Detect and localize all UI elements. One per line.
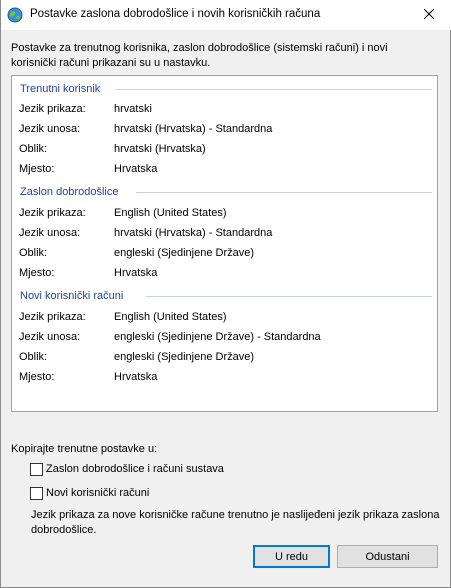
row-value: English (United States) (114, 207, 227, 219)
checkbox-label[interactable]: Zaslon dobrodošlice i računi sustava (46, 463, 224, 475)
section-divider (146, 296, 432, 297)
copy-settings-label: Kopirajte trenutne postavke u: (11, 443, 158, 455)
row-label: Jezik unosa: (19, 123, 81, 135)
row-value: hrvatski (Hrvatska) - Standardna (114, 227, 273, 239)
cancel-button[interactable]: Odustani (337, 545, 438, 568)
row-value: hrvatski (114, 103, 152, 115)
row-label: Jezik prikaza: (19, 103, 86, 115)
row-label: Jezik unosa: (19, 227, 81, 239)
row-value: engleski (Sjedinjene Države) (114, 247, 255, 259)
close-icon (423, 8, 435, 22)
globe-icon (7, 7, 23, 23)
section-heading-welcome-screen: Zaslon dobrodošlice (20, 185, 432, 199)
checkbox-box[interactable] (30, 487, 43, 500)
section-heading-label: Novi korisnički računi (20, 290, 124, 302)
row-value: engleski (Sjedinjene Države) (114, 351, 255, 363)
settings-panel: Trenutni korisnik Jezik prikaza: hrvatsk… (11, 75, 438, 412)
row-label: Mjesto: (19, 371, 55, 383)
inheritance-note: Jezik prikaza za nove korisničke račune … (31, 509, 440, 536)
section-heading-new-accounts: Novi korisnički računi (20, 289, 432, 303)
row-value: Hrvatska (114, 267, 158, 279)
section-heading-label: Trenutni korisnik (20, 83, 101, 95)
row-value: engleski (Sjedinjene Države) - Standardn… (114, 331, 321, 343)
row-label: Mjesto: (19, 267, 55, 279)
checkbox-label[interactable]: Novi korisnički računi (46, 487, 149, 499)
checkbox-box[interactable] (30, 463, 43, 476)
section-divider (136, 192, 432, 193)
section-heading-label: Zaslon dobrodošlice (20, 186, 119, 198)
row-value: hrvatski (Hrvatska) (114, 143, 206, 155)
dialog-window: Postavke zaslona dobrodošlice i novih ko… (0, 0, 451, 588)
row-label: Oblik: (19, 247, 48, 259)
title-bar: Postavke zaslona dobrodošlice i novih ko… (1, 0, 451, 30)
row-value: Hrvatska (114, 371, 158, 383)
row-label: Jezik prikaza: (19, 311, 86, 323)
row-label: Mjesto: (19, 163, 55, 175)
intro-text: Postavke za trenutnog korisnika, zaslon … (11, 42, 388, 69)
window-title: Postavke zaslona dobrodošlice i novih ko… (30, 8, 321, 20)
section-heading-current-user: Trenutni korisnik (20, 82, 432, 96)
row-value: English (United States) (114, 311, 227, 323)
section-divider (116, 89, 432, 90)
row-label: Jezik unosa: (19, 331, 81, 343)
row-value: hrvatski (Hrvatska) - Standardna (114, 123, 273, 135)
row-label: Oblik: (19, 143, 48, 155)
row-value: Hrvatska (114, 163, 158, 175)
row-label: Jezik prikaza: (19, 207, 86, 219)
ok-button[interactable]: U redu (253, 545, 330, 568)
row-label: Oblik: (19, 351, 48, 363)
close-button[interactable] (406, 0, 451, 30)
